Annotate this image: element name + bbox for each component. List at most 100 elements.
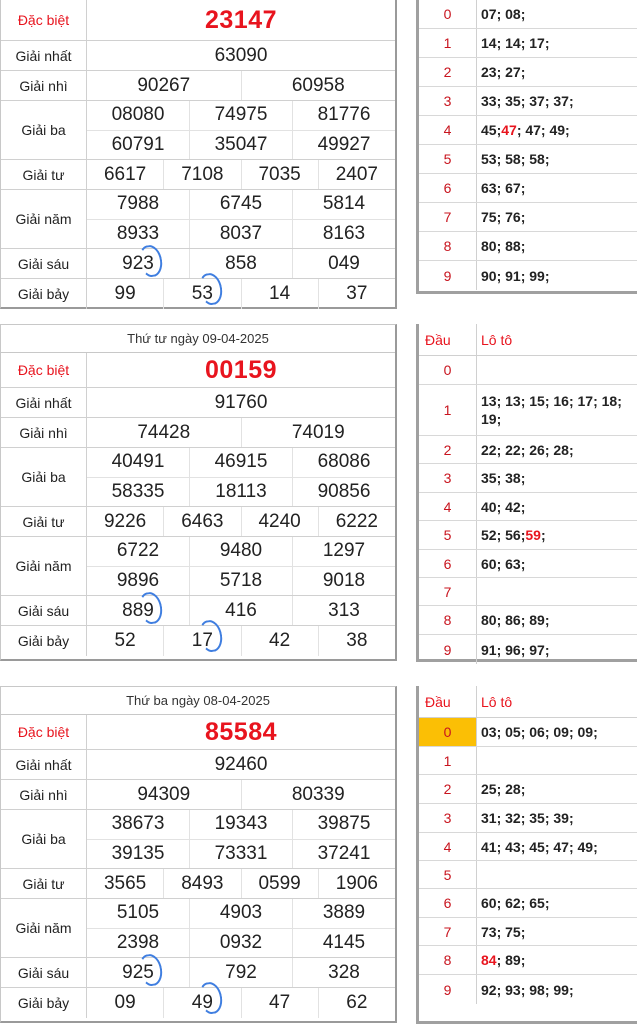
loto-row: 5 52; 56; 59; bbox=[419, 521, 637, 550]
loto-head: 4 bbox=[419, 833, 477, 860]
loto-row: 8 80; 86; 89; bbox=[419, 606, 637, 635]
prize-fifth: 9018 bbox=[292, 566, 395, 595]
prize-fifth: 8933 bbox=[116, 222, 160, 244]
loto-values bbox=[477, 861, 637, 888]
loto-values: 80; 88; bbox=[481, 238, 526, 254]
loto-head: 7 bbox=[419, 203, 477, 231]
loto-values: 07; 08; bbox=[481, 6, 526, 22]
loto-values: 53; 58; 58; bbox=[481, 151, 550, 167]
loto-values: 63; 67; bbox=[481, 180, 526, 196]
label-first: Giải nhất bbox=[1, 388, 87, 417]
label-seventh: Giải bảy bbox=[1, 279, 87, 309]
prize-fourth: 8493 bbox=[163, 869, 240, 898]
row-special: Đặc biệt 23147 bbox=[1, 0, 395, 41]
prize-fifth: 5814 bbox=[292, 190, 395, 219]
row-seventh: Giải bảy 99 53 14 37 bbox=[1, 271, 395, 309]
loto-head: 9 bbox=[419, 975, 477, 1004]
prize-sixth-value: 925 bbox=[122, 961, 154, 983]
prize-fifth: 5718 bbox=[189, 566, 292, 595]
row-first: Giải nhất 91760 bbox=[1, 388, 395, 418]
prize-fifth: 8037 bbox=[189, 219, 292, 248]
loto-head: 3 bbox=[419, 804, 477, 832]
loto-head: 8 bbox=[419, 606, 477, 634]
prize-third: 39135 bbox=[111, 842, 165, 864]
prize-fourth: 7035 bbox=[240, 160, 318, 189]
loto-head: 3 bbox=[419, 87, 477, 115]
loto-head: 1 bbox=[419, 747, 477, 774]
prize-third: 18113 bbox=[189, 477, 292, 506]
prize-first: 92460 bbox=[214, 753, 268, 775]
prize-seventh: 52 bbox=[114, 630, 136, 651]
loto-row: 1 14; 14; 17; bbox=[419, 29, 637, 58]
label-fifth: Giải năm bbox=[1, 899, 87, 957]
row-seventh: Giải bảy 09 49 47 62 bbox=[1, 980, 395, 1018]
loto-head: 6 bbox=[419, 174, 477, 202]
loto-values: 03; 05; 06; 09; 09; bbox=[481, 724, 598, 740]
loto-row: 3 35; 38; bbox=[419, 464, 637, 493]
prize-third: 49927 bbox=[292, 130, 395, 159]
loto-header-head: Đầu bbox=[419, 324, 477, 355]
prize-third: 19343 bbox=[189, 810, 292, 839]
prize-sixth-value: 889 bbox=[122, 599, 154, 621]
loto-row: 4 40; 42; bbox=[419, 493, 637, 521]
prize-sixth: 416 bbox=[189, 596, 292, 625]
loto-head: 4 bbox=[419, 116, 477, 144]
prize-first: 63090 bbox=[214, 44, 268, 66]
prize-sixth: 889 bbox=[87, 590, 189, 626]
row-fourth: Giải tư 3565 8493 0599 1906 bbox=[1, 869, 395, 899]
prize-third: 58335 bbox=[111, 480, 165, 502]
loto-values: 33; 35; 37; 37; bbox=[481, 93, 574, 109]
prize-sixth: 858 bbox=[189, 249, 292, 278]
loto-row: 0 07; 08; bbox=[419, 0, 637, 29]
prize-seventh: 09 bbox=[114, 992, 136, 1013]
loto-head: 5 bbox=[419, 145, 477, 173]
loto-row: 0 03; 05; 06; 09; 09; bbox=[419, 718, 637, 747]
prize-special: 85584 bbox=[204, 717, 278, 746]
loto-head: 0 bbox=[419, 718, 477, 746]
prize-sixth-value: 923 bbox=[122, 252, 154, 274]
loto-row: 3 33; 35; 37; 37; bbox=[419, 87, 637, 116]
prize-seventh: 38 bbox=[317, 626, 395, 656]
loto-row: 9 91; 96; 97; bbox=[419, 635, 637, 664]
label-special: Đặc biệt bbox=[1, 353, 87, 387]
loto-values: 31; 32; 35; 39; bbox=[481, 810, 574, 826]
prize-third: 38673 bbox=[111, 813, 165, 835]
prize-special: 23147 bbox=[204, 5, 278, 34]
loto-values: 92; 93; 98; 99; bbox=[481, 981, 574, 998]
prize-sixth: 313 bbox=[292, 596, 395, 625]
prize-seventh: 99 bbox=[114, 283, 136, 304]
label-special: Đặc biệt bbox=[1, 715, 87, 749]
loto-values: 80; 86; 89; bbox=[481, 612, 550, 628]
prize-sixth: 328 bbox=[292, 958, 395, 987]
loto-head: 2 bbox=[419, 775, 477, 803]
loto-head: 0 bbox=[419, 356, 477, 384]
label-fourth: Giải tư bbox=[1, 160, 87, 189]
loto-row: 8 80; 88; bbox=[419, 232, 637, 261]
prize-third: 73331 bbox=[189, 839, 292, 868]
prize-fifth: 6745 bbox=[189, 190, 292, 219]
row-special: Đặc biệt 85584 bbox=[1, 715, 395, 750]
loto-head: 9 bbox=[419, 635, 477, 664]
prize-fourth: 3565 bbox=[103, 872, 147, 894]
loto-values bbox=[477, 578, 637, 605]
prize-fifth: 9896 bbox=[116, 569, 160, 591]
prize-fifth: 9480 bbox=[189, 537, 292, 566]
prize-fourth: 1906 bbox=[317, 869, 395, 898]
loto-head: 5 bbox=[419, 521, 477, 549]
label-fifth: Giải năm bbox=[1, 190, 87, 248]
loto-row: 5 bbox=[419, 861, 637, 889]
prize-special: 00159 bbox=[204, 355, 278, 384]
prize-second: 60958 bbox=[240, 71, 396, 100]
prize-fourth: 6617 bbox=[103, 163, 147, 185]
prize-sixth: 792 bbox=[189, 958, 292, 987]
prize-fifth: 1297 bbox=[292, 537, 395, 566]
row-seventh: Giải bảy 52 17 42 38 bbox=[1, 618, 395, 656]
loto-header: Đầu Lô tô bbox=[419, 324, 637, 356]
prize-fourth: 6222 bbox=[317, 507, 395, 536]
prize-third: 46915 bbox=[189, 448, 292, 477]
prize-seventh: 62 bbox=[317, 988, 395, 1018]
prize-third: 60791 bbox=[111, 133, 165, 155]
loto-row: 1 bbox=[419, 747, 637, 775]
loto-row: 5 53; 58; 58; bbox=[419, 145, 637, 174]
loto-values: 23; 27; bbox=[481, 64, 526, 80]
